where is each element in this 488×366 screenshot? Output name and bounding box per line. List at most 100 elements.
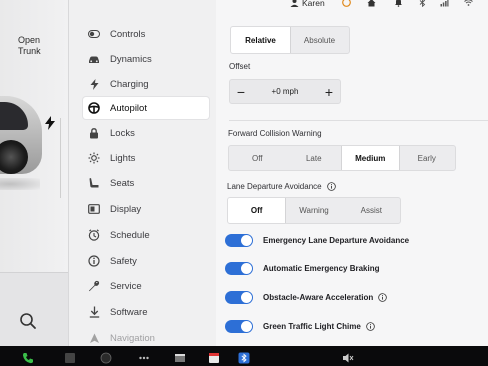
offset-stepper: − +0 mph + xyxy=(229,79,341,104)
volume-mute-icon[interactable] xyxy=(342,352,354,364)
menu-item-locks[interactable]: Locks xyxy=(83,122,209,144)
toggle-label: Emergency Lane Departure Avoidance xyxy=(263,235,410,245)
menu-item-lights[interactable]: Lights xyxy=(83,147,209,169)
forward-collision-selector: Off Late Medium Early xyxy=(228,145,456,171)
open-trunk-button[interactable]: Open Trunk xyxy=(18,35,41,57)
settings-menu: Controls Dynamics Charging Autopilot Loc… xyxy=(68,0,216,346)
navigation-icon xyxy=(87,331,101,345)
info-icon[interactable] xyxy=(378,292,388,302)
open-trunk-label-line1: Open xyxy=(18,35,41,45)
section-divider xyxy=(229,120,488,121)
menu-item-seats[interactable]: Seats xyxy=(83,172,209,194)
media-player-icon[interactable] xyxy=(64,352,76,364)
obstacle-aware-acceleration-row: Obstacle-Aware Acceleration xyxy=(225,288,485,306)
fcw-option-early[interactable]: Early xyxy=(399,146,456,170)
menu-item-service[interactable]: Service xyxy=(83,275,209,297)
download-icon xyxy=(87,305,101,319)
car-shadow xyxy=(0,178,40,190)
menu-item-label: Service xyxy=(110,280,142,292)
lane-departure-header: Lane Departure Avoidance xyxy=(227,182,336,191)
toggle-label: Green Traffic Light Chime xyxy=(263,321,361,331)
lda-option-warning[interactable]: Warning xyxy=(285,198,342,223)
menu-item-display[interactable]: Display xyxy=(83,198,209,220)
fcw-option-medium[interactable]: Medium xyxy=(342,146,399,170)
menu-item-controls[interactable]: Controls xyxy=(83,23,209,45)
obstacle-aware-acceleration-toggle[interactable] xyxy=(225,290,253,304)
green-light-chime-row: Green Traffic Light Chime xyxy=(225,317,485,335)
menu-item-safety[interactable]: Safety xyxy=(83,250,209,272)
menu-item-schedule[interactable]: Schedule xyxy=(83,224,209,246)
speed-option-relative[interactable]: Relative xyxy=(231,27,290,53)
clock-icon xyxy=(87,228,101,242)
menu-item-label: Lights xyxy=(110,152,136,164)
display-icon xyxy=(87,202,101,216)
search-icon[interactable] xyxy=(18,311,38,331)
menu-item-label: Navigation xyxy=(110,332,155,344)
forward-collision-label: Forward Collision Warning xyxy=(228,129,322,138)
menu-item-label: Safety xyxy=(110,255,137,267)
automatic-emergency-braking-toggle[interactable] xyxy=(225,261,253,275)
menu-item-label: Dynamics xyxy=(110,53,152,65)
menu-item-label: Charging xyxy=(110,78,149,90)
profile-icon[interactable] xyxy=(290,0,299,7)
lane-departure-label: Lane Departure Avoidance xyxy=(227,182,322,191)
info-icon[interactable] xyxy=(366,321,375,331)
spotify-icon[interactable] xyxy=(100,352,112,364)
autopilot-settings-panel: Relative Absolute Offset − +0 mph + Forw… xyxy=(216,0,488,346)
home-icon[interactable] xyxy=(367,0,376,7)
status-bar: Karen xyxy=(216,0,488,12)
menu-item-software[interactable]: Software xyxy=(83,301,209,323)
green-light-chime-toggle[interactable] xyxy=(225,319,253,333)
menu-item-label: Autopilot xyxy=(110,102,147,114)
video-icon[interactable] xyxy=(174,352,186,364)
sun-icon xyxy=(87,151,101,165)
steering-wheel-icon xyxy=(87,101,101,115)
phone-icon[interactable] xyxy=(22,352,34,364)
user-name[interactable]: Karen xyxy=(302,0,325,8)
menu-item-dynamics[interactable]: Dynamics xyxy=(83,48,209,70)
fcw-option-off[interactable]: Off xyxy=(229,146,286,170)
menu-item-label: Controls xyxy=(110,28,146,40)
car-icon xyxy=(87,52,101,66)
map-search-area xyxy=(0,272,68,346)
speed-option-absolute[interactable]: Absolute xyxy=(290,27,349,53)
offset-label: Offset xyxy=(229,62,251,71)
toggle-label: Automatic Emergency Braking xyxy=(263,263,380,273)
emergency-lane-departure-row: Emergency Lane Departure Avoidance xyxy=(225,231,485,249)
more-apps-icon[interactable] xyxy=(138,352,150,364)
menu-item-label: Display xyxy=(110,203,142,215)
menu-item-charging[interactable]: Charging xyxy=(83,73,209,95)
emergency-lane-departure-toggle[interactable] xyxy=(225,233,253,247)
toggle-icon xyxy=(87,27,101,41)
toggle-label: Obstacle-Aware Acceleration xyxy=(263,292,374,302)
lane-departure-selector: Off Warning Assist xyxy=(227,197,401,224)
offset-increase-button[interactable]: + xyxy=(318,81,340,103)
charge-port-icon[interactable] xyxy=(44,116,56,130)
menu-item-autopilot[interactable]: Autopilot xyxy=(83,97,209,119)
seat-icon xyxy=(87,176,101,190)
automatic-emergency-braking-row: Automatic Emergency Braking xyxy=(225,259,485,277)
fcw-option-late[interactable]: Late xyxy=(286,146,343,170)
offset-value: +0 mph xyxy=(271,87,299,96)
info-icon[interactable] xyxy=(326,182,336,191)
calendar-icon[interactable] xyxy=(208,352,220,364)
car-view-pane: Open Trunk xyxy=(0,0,68,346)
lda-option-off[interactable]: Off xyxy=(228,198,286,223)
offset-decrease-button[interactable]: − xyxy=(230,81,252,103)
menu-item-label: Locks xyxy=(110,127,135,139)
bolt-icon xyxy=(87,77,101,91)
lock-icon xyxy=(87,126,101,140)
menu-item-label: Schedule xyxy=(110,229,150,241)
speed-display-selector: Relative Absolute xyxy=(230,26,350,54)
menu-item-label: Software xyxy=(110,306,148,318)
lda-option-assist[interactable]: Assist xyxy=(343,198,400,223)
wrench-icon xyxy=(87,279,101,293)
menu-item-label: Seats xyxy=(110,177,135,189)
car-pane-divider xyxy=(60,118,61,198)
bluetooth-app-icon[interactable] xyxy=(238,352,250,364)
open-trunk-label-line2: Trunk xyxy=(18,46,41,56)
bluetooth-icon[interactable] xyxy=(418,0,427,7)
info-icon xyxy=(87,254,101,268)
notification-bell-icon[interactable] xyxy=(394,0,403,7)
wifi-icon xyxy=(464,0,473,6)
